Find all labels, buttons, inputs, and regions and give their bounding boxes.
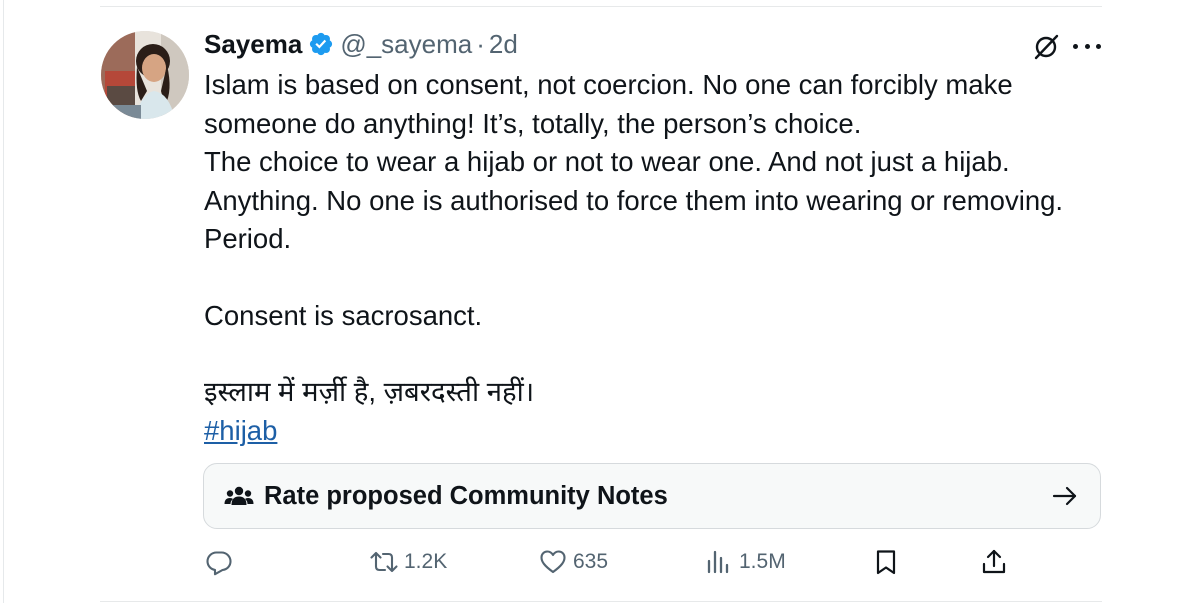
- repost-icon: [370, 551, 398, 573]
- views-button[interactable]: 1.5M: [705, 540, 786, 584]
- community-notes-button[interactable]: Rate proposed Community Notes: [203, 463, 1101, 529]
- avatar-image: [101, 31, 189, 119]
- more-icon[interactable]: [1073, 34, 1101, 58]
- tweet-text-line: Islam is based on consent, not coercion.…: [204, 69, 1013, 100]
- tweet-text-line: Period.: [204, 223, 292, 254]
- tweet-text-hindi: इस्लाम में मर्ज़ी है, ज़बरदस्ती नहीं।: [204, 376, 535, 407]
- community-notes-label: Rate proposed Community Notes: [264, 481, 668, 510]
- arrow-right-icon: [1052, 486, 1077, 506]
- tweet-header: Sayema @_sayema · 2d: [204, 26, 518, 62]
- hashtag-link[interactable]: #hijab: [204, 412, 1104, 451]
- share-icon: [982, 549, 1006, 574]
- bottom-divider: [100, 601, 1102, 602]
- tweet-screenshot: Sayema @_sayema · 2d Islam is based on c…: [0, 0, 1199, 603]
- tweet-text-line: Anything. No one is authorised to force …: [204, 184, 1064, 216]
- author-name[interactable]: Sayema: [204, 29, 302, 60]
- header-separator: ·: [476, 28, 485, 59]
- views-count: 1.5M: [739, 550, 786, 573]
- bookmark-button[interactable]: [872, 540, 900, 584]
- tweet-action-bar: 1.2K 635 1.5M: [0, 540, 1199, 584]
- grok-icon[interactable]: [1032, 33, 1060, 61]
- tweet-timestamp[interactable]: 2d: [489, 29, 518, 60]
- author-handle[interactable]: @_sayema: [340, 29, 472, 60]
- avatar[interactable]: [101, 31, 189, 119]
- like-icon: [540, 550, 566, 574]
- top-divider: [100, 6, 1102, 7]
- left-border: [3, 0, 4, 603]
- more-dot: [1096, 43, 1101, 49]
- tweet-text: Islam is based on consent, not coercion.…: [204, 66, 1104, 450]
- share-button[interactable]: [980, 540, 1008, 584]
- like-count: 635: [573, 550, 609, 573]
- reply-button[interactable]: [205, 540, 239, 584]
- verified-badge-icon: [310, 32, 333, 56]
- reply-icon: [206, 551, 232, 576]
- more-dot: [1073, 43, 1078, 49]
- tweet-text-line: someone do anything! It’s, totally, the …: [204, 107, 862, 139]
- more-dot: [1084, 43, 1090, 49]
- tweet-text-consent: Consent is sacrosanct.: [204, 299, 483, 331]
- community-icon: [224, 486, 254, 505]
- tweet-text-line: The choice to wear a hijab or not to wea…: [204, 146, 1010, 177]
- repost-count: 1.2K: [404, 550, 448, 573]
- bookmark-icon: [876, 550, 896, 575]
- repost-button[interactable]: 1.2K: [370, 540, 447, 584]
- views-icon: [707, 550, 729, 574]
- like-button[interactable]: 635: [539, 540, 608, 584]
